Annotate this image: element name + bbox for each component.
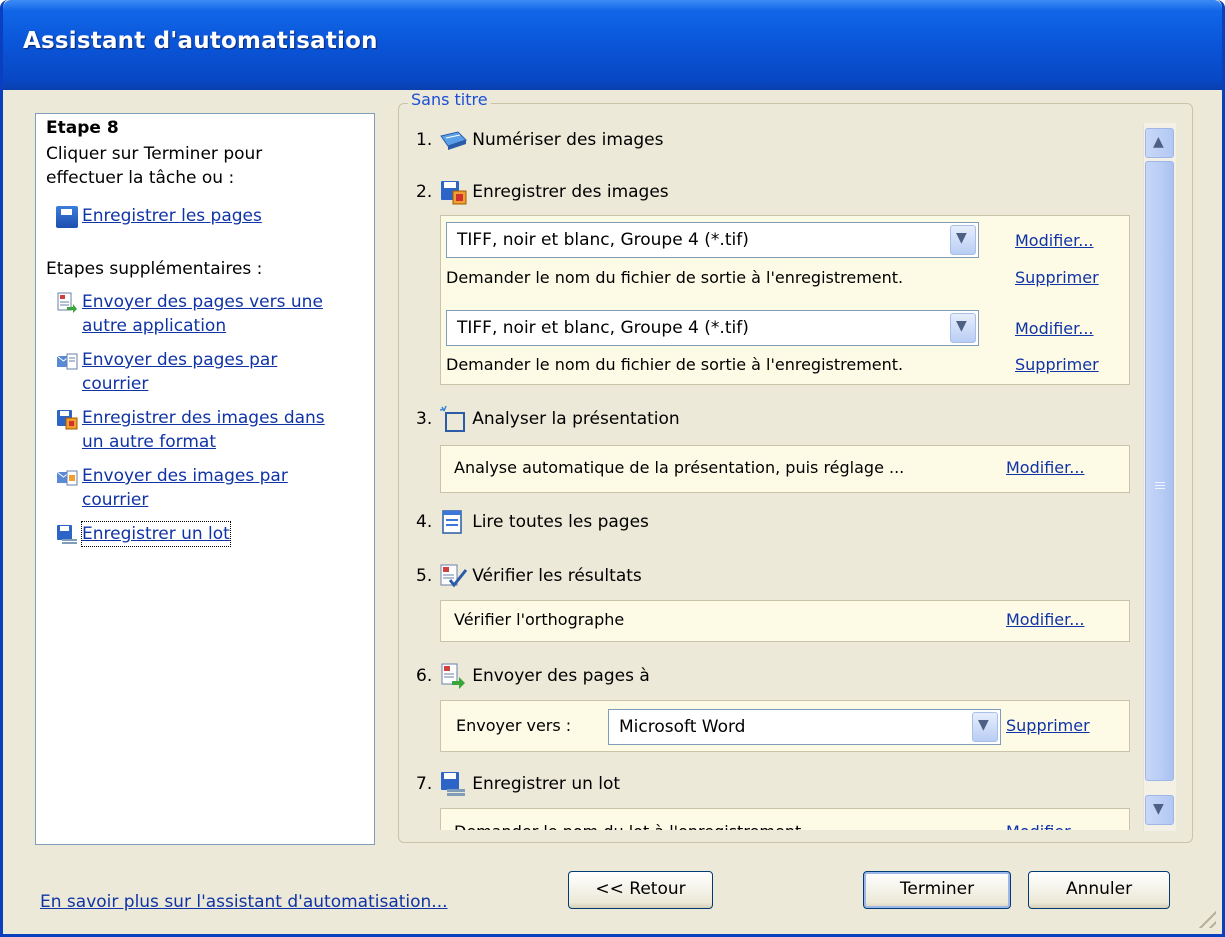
- layout-analysis-icon: [440, 405, 466, 432]
- chevron-down-icon: ▼: [978, 717, 989, 733]
- verify-results-icon: [440, 564, 468, 588]
- format-1-description: Demander le nom du fichier de sortie à l…: [446, 268, 904, 287]
- chevron-up-icon: ▲: [1153, 134, 1164, 150]
- send-pages-icon: [441, 663, 466, 689]
- step-number: 4.: [416, 512, 433, 532]
- step-3: 3. Analyser la présentation: [416, 405, 680, 433]
- format-select-value: TIFF, noir et blanc, Groupe 4 (*.tif): [457, 318, 749, 338]
- step-number: 7.: [416, 774, 433, 794]
- step-label: Lire toutes les pages: [472, 512, 649, 532]
- scroll-thumb[interactable]: [1145, 161, 1174, 781]
- step-4: 4. Lire toutes les pages: [416, 508, 649, 536]
- step-number: 3.: [416, 409, 433, 429]
- chevron-down-icon: ▼: [1153, 801, 1164, 817]
- layout-analysis-description: Analyse automatique de la présentation, …: [454, 458, 905, 477]
- steps-viewport: 1. Numériser des images 2. Enregistrer d…: [3, 0, 1143, 830]
- modify-verify-link[interactable]: Modifier...: [1006, 610, 1084, 629]
- format-select-2[interactable]: TIFF, noir et blanc, Groupe 4 (*.tif) ▼: [446, 310, 979, 346]
- back-button[interactable]: << Retour: [568, 871, 713, 909]
- read-pages-icon: [442, 510, 462, 534]
- step-label: Analyser la présentation: [472, 409, 680, 429]
- modify-batch-link[interactable]: Modifier...: [1006, 822, 1084, 830]
- scanner-icon: [440, 131, 468, 150]
- send-to-label: Envoyer vers :: [456, 716, 572, 735]
- delete-send-link[interactable]: Supprimer: [1006, 716, 1090, 735]
- chevron-down-icon: ▼: [956, 318, 967, 334]
- step-number: 5.: [416, 566, 433, 586]
- learn-more-link[interactable]: En savoir plus sur l'assistant d'automat…: [40, 890, 448, 914]
- finish-button[interactable]: Terminer: [863, 871, 1011, 909]
- resize-grip-icon[interactable]: [1194, 906, 1216, 928]
- modify-format-1-link[interactable]: Modifier...: [1015, 231, 1093, 250]
- steps-scrollbar[interactable]: ▲ ▼: [1143, 123, 1176, 831]
- step-6: 6. Envoyer des pages à: [416, 662, 650, 690]
- scroll-up-button[interactable]: ▲: [1145, 128, 1174, 158]
- step-label: Envoyer des pages à: [472, 666, 650, 686]
- automation-wizard-window: Assistant d'automatisation Etape 8 Cliqu…: [0, 0, 1225, 937]
- verify-description: Vérifier l'orthographe: [454, 610, 625, 629]
- save-images-icon: [441, 181, 467, 205]
- step-7: 7. Enregistrer un lot: [416, 770, 620, 798]
- step-number: 1.: [416, 130, 433, 150]
- modify-layout-link[interactable]: Modifier...: [1006, 458, 1084, 477]
- dropdown-arrow-button[interactable]: ▼: [950, 313, 976, 343]
- step-5: 5. Vérifier les résultats: [416, 562, 642, 590]
- dropdown-arrow-button[interactable]: ▼: [950, 225, 976, 255]
- send-to-select[interactable]: Microsoft Word ▼: [608, 709, 1001, 745]
- scroll-down-button[interactable]: ▼: [1145, 795, 1174, 825]
- modify-format-2-link[interactable]: Modifier...: [1015, 319, 1093, 338]
- step-label: Numériser des images: [472, 130, 664, 150]
- format-select-1[interactable]: TIFF, noir et blanc, Groupe 4 (*.tif) ▼: [446, 222, 979, 258]
- dropdown-arrow-button[interactable]: ▼: [972, 712, 998, 742]
- step-number: 2.: [416, 182, 433, 202]
- format-2-description: Demander le nom du fichier de sortie à l…: [446, 355, 904, 374]
- step-2: 2. Enregistrer des images: [416, 178, 669, 206]
- delete-format-1-link[interactable]: Supprimer: [1015, 268, 1099, 287]
- step-1: 1. Numériser des images: [416, 126, 663, 154]
- send-to-value: Microsoft Word: [619, 717, 746, 737]
- chevron-down-icon: ▼: [956, 230, 967, 246]
- step-number: 6.: [416, 666, 433, 686]
- cancel-button[interactable]: Annuler: [1028, 871, 1170, 909]
- format-select-value: TIFF, noir et blanc, Groupe 4 (*.tif): [457, 230, 749, 250]
- step-label: Enregistrer des images: [472, 182, 669, 202]
- grip-icon: [1155, 482, 1165, 490]
- save-batch-icon: [441, 772, 466, 796]
- delete-format-2-link[interactable]: Supprimer: [1015, 355, 1099, 374]
- save-batch-description: Demander le nom du lot à l'enregistremen…: [454, 822, 801, 830]
- step-label: Vérifier les résultats: [472, 566, 642, 586]
- step-label: Enregistrer un lot: [472, 774, 621, 794]
